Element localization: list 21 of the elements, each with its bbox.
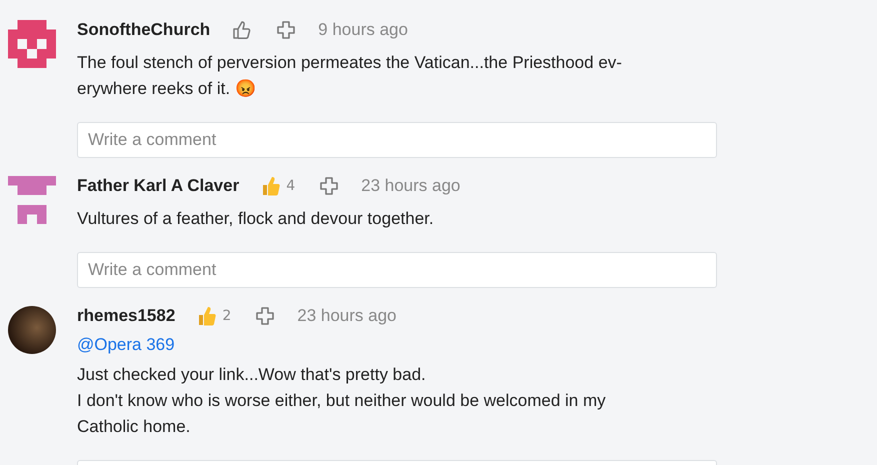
author-name[interactable]: SonoftheChurch — [77, 20, 210, 40]
comment-text: The foul stench of perversion permeates the Vatican...the Priesthood ev- erywhere reeks of it. 😡 — [77, 52, 623, 100]
author-name[interactable]: rhemes1582 — [77, 306, 176, 326]
plus-icon[interactable] — [276, 20, 296, 40]
like-count: 4 — [286, 178, 296, 194]
thumbs-up-icon[interactable] — [232, 20, 252, 40]
plus-icon[interactable] — [319, 176, 340, 196]
comment-input[interactable]: Write a comment — [77, 252, 717, 288]
comment-text: Vultures of a feather, flock and devour together. — [77, 208, 435, 230]
thumbs-up-icon[interactable] — [261, 175, 282, 197]
comment-input[interactable]: Write a comment — [77, 122, 717, 158]
mention-link[interactable]: @Opera 369 — [77, 332, 175, 358]
like-count: 2 — [222, 308, 232, 324]
avatar-photo — [8, 306, 56, 354]
comment-time: 23 hours ago — [297, 306, 396, 326]
thumbs-up-icon[interactable] — [197, 305, 218, 327]
comment-time: 9 hours ago — [318, 20, 408, 40]
comment-text: Just checked your link...Wow that's pretty bad. I don't know who is worse either, but neither would be welcomed in my Catholic home. — [77, 364, 607, 438]
author-name[interactable]: Father Karl A Claver — [77, 176, 240, 196]
comment-time: 23 hours ago — [361, 176, 460, 196]
plus-icon[interactable] — [255, 306, 276, 326]
